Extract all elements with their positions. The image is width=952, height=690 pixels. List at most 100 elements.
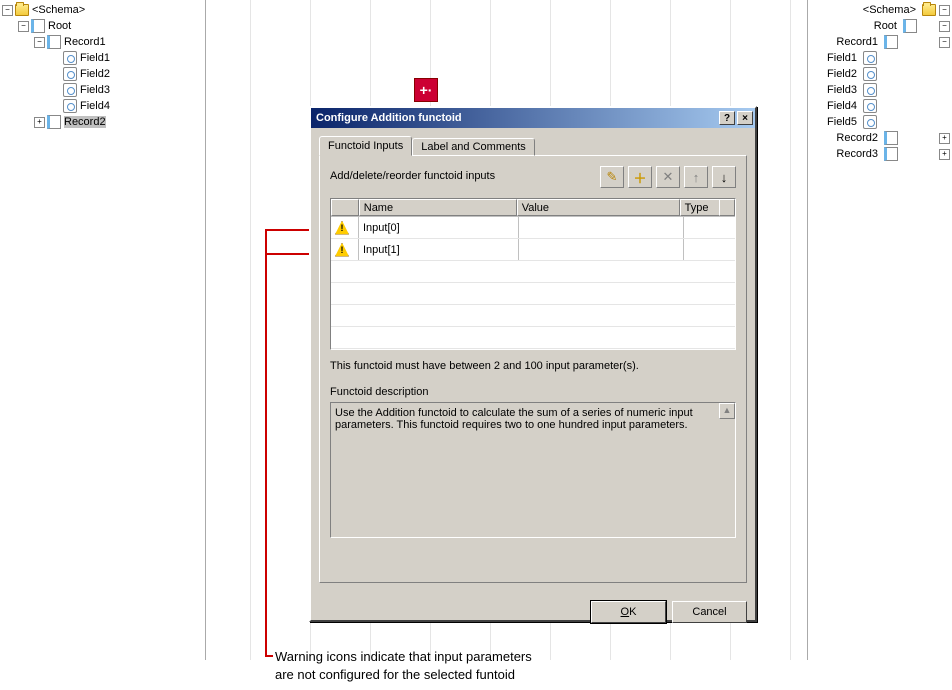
annotation-caption: Warning icons indicate that input parame… xyxy=(275,648,532,684)
empty-row xyxy=(331,283,735,305)
input-value-cell[interactable] xyxy=(519,239,684,260)
node-label: Field4 xyxy=(80,100,110,112)
node-label: Field4 xyxy=(827,100,857,112)
description-label: Functoid description xyxy=(330,386,736,398)
tree-node-record2[interactable]: + Record2 xyxy=(820,130,950,146)
node-label: Field1 xyxy=(80,52,110,64)
field-icon xyxy=(863,115,877,129)
input-name-cell: Input[0] xyxy=(359,217,519,238)
tree-node-record1[interactable]: − Record1 xyxy=(2,34,202,50)
field-icon xyxy=(63,51,77,65)
expand-icon[interactable]: + xyxy=(34,117,45,128)
tree-node-record1[interactable]: − Record1 xyxy=(820,34,950,50)
node-label: Field5 xyxy=(827,116,857,128)
callout-line xyxy=(265,655,273,657)
tree-node-field3[interactable]: Field3 xyxy=(820,82,950,98)
close-button[interactable]: × xyxy=(737,111,753,125)
inputs-grid[interactable]: Name Value Type ! Input[0] ! Input[1] xyxy=(330,198,736,350)
warning-icon: ! xyxy=(335,221,349,235)
node-label: Record1 xyxy=(64,36,106,48)
field-icon xyxy=(863,99,877,113)
destination-schema-tree[interactable]: − <Schema> − Root − Record1 Field1 Field… xyxy=(820,2,950,162)
scroll-up-icon[interactable]: ▲ xyxy=(719,403,735,419)
edit-input-button[interactable]: ✎ xyxy=(600,166,624,188)
expand-icon[interactable]: − xyxy=(2,5,13,16)
delete-input-button[interactable]: ✕ xyxy=(656,166,680,188)
tree-node-schema[interactable]: − <Schema> xyxy=(820,2,950,18)
tree-node-field4[interactable]: Field4 xyxy=(820,98,950,114)
folder-icon xyxy=(922,4,936,16)
ok-button[interactable]: OK xyxy=(591,601,666,623)
node-label: Field3 xyxy=(827,84,857,96)
node-label: Record1 xyxy=(836,36,878,48)
dialog-title: Configure Addition functoid xyxy=(316,112,717,124)
field-icon xyxy=(863,83,877,97)
expand-icon[interactable]: − xyxy=(939,21,950,32)
empty-row xyxy=(331,261,735,283)
column-header-type[interactable]: Type xyxy=(680,199,720,216)
configure-functoid-dialog: Configure Addition functoid ? × Functoid… xyxy=(309,106,757,622)
folder-icon xyxy=(15,4,29,16)
tree-node-record2[interactable]: + Record2 xyxy=(2,114,202,130)
titlebar[interactable]: Configure Addition functoid ? × xyxy=(311,108,755,128)
node-label: <Schema> xyxy=(863,4,916,16)
help-button[interactable]: ? xyxy=(719,111,735,125)
tree-node-field4[interactable]: Field4 xyxy=(2,98,202,114)
expand-icon[interactable]: − xyxy=(939,37,950,48)
node-label: Field2 xyxy=(80,68,110,80)
field-icon xyxy=(863,51,877,65)
field-icon xyxy=(63,83,77,97)
scrollbar[interactable]: ▲ xyxy=(719,403,735,537)
column-header-value[interactable]: Value xyxy=(517,199,680,216)
tree-node-field1[interactable]: Field1 xyxy=(2,50,202,66)
field-icon xyxy=(863,67,877,81)
cancel-button[interactable]: Cancel xyxy=(672,601,747,623)
input-type-cell xyxy=(684,217,724,238)
expand-icon[interactable]: + xyxy=(939,133,950,144)
tree-node-field3[interactable]: Field3 xyxy=(2,82,202,98)
warning-icon: ! xyxy=(335,243,349,257)
addition-functoid[interactable]: +· xyxy=(414,78,438,102)
tree-node-record3[interactable]: + Record3 xyxy=(820,146,950,162)
add-input-button[interactable]: ＋ xyxy=(628,166,652,188)
move-down-button[interactable]: ↓ xyxy=(712,166,736,188)
expand-icon[interactable]: + xyxy=(939,149,950,160)
expand-icon[interactable]: − xyxy=(34,37,45,48)
column-header-name[interactable]: Name xyxy=(359,199,517,216)
node-label: Field3 xyxy=(80,84,110,96)
description-box: Use the Addition functoid to calculate t… xyxy=(330,402,736,538)
tree-node-field5[interactable]: Field5 xyxy=(820,114,950,130)
input-value-cell[interactable] xyxy=(519,217,684,238)
tree-node-root[interactable]: − Root xyxy=(2,18,202,34)
callout-line xyxy=(265,229,267,657)
record-icon xyxy=(884,131,898,145)
node-label: Field2 xyxy=(827,68,857,80)
node-label: <Schema> xyxy=(32,4,85,16)
record-icon xyxy=(884,35,898,49)
plus-icon: +· xyxy=(420,82,433,98)
record-icon xyxy=(903,19,917,33)
record-icon xyxy=(47,115,61,129)
tree-node-field2[interactable]: Field2 xyxy=(2,66,202,82)
expand-icon[interactable]: − xyxy=(18,21,29,32)
tab-functoid-inputs[interactable]: Functoid Inputs xyxy=(319,136,412,156)
record-icon xyxy=(884,147,898,161)
description-text: Use the Addition functoid to calculate t… xyxy=(335,407,710,431)
record-icon xyxy=(31,19,45,33)
record-icon xyxy=(47,35,61,49)
node-label: Root xyxy=(874,20,897,32)
tree-node-schema[interactable]: − <Schema> xyxy=(2,2,202,18)
source-schema-tree[interactable]: − <Schema> − Root − Record1 Field1 Field… xyxy=(2,2,202,130)
tree-node-field1[interactable]: Field1 xyxy=(820,50,950,66)
node-label: Root xyxy=(48,20,71,32)
constraint-text: This functoid must have between 2 and 10… xyxy=(330,360,736,372)
input-row[interactable]: ! Input[1] xyxy=(331,239,735,261)
tab-label-comments[interactable]: Label and Comments xyxy=(412,138,535,156)
node-label: Record2 xyxy=(836,132,878,144)
tree-node-field2[interactable]: Field2 xyxy=(820,66,950,82)
tree-node-root[interactable]: − Root xyxy=(820,18,950,34)
move-up-button[interactable]: ↑ xyxy=(684,166,708,188)
expand-icon[interactable]: − xyxy=(939,5,950,16)
input-row[interactable]: ! Input[0] xyxy=(331,217,735,239)
field-icon xyxy=(63,67,77,81)
